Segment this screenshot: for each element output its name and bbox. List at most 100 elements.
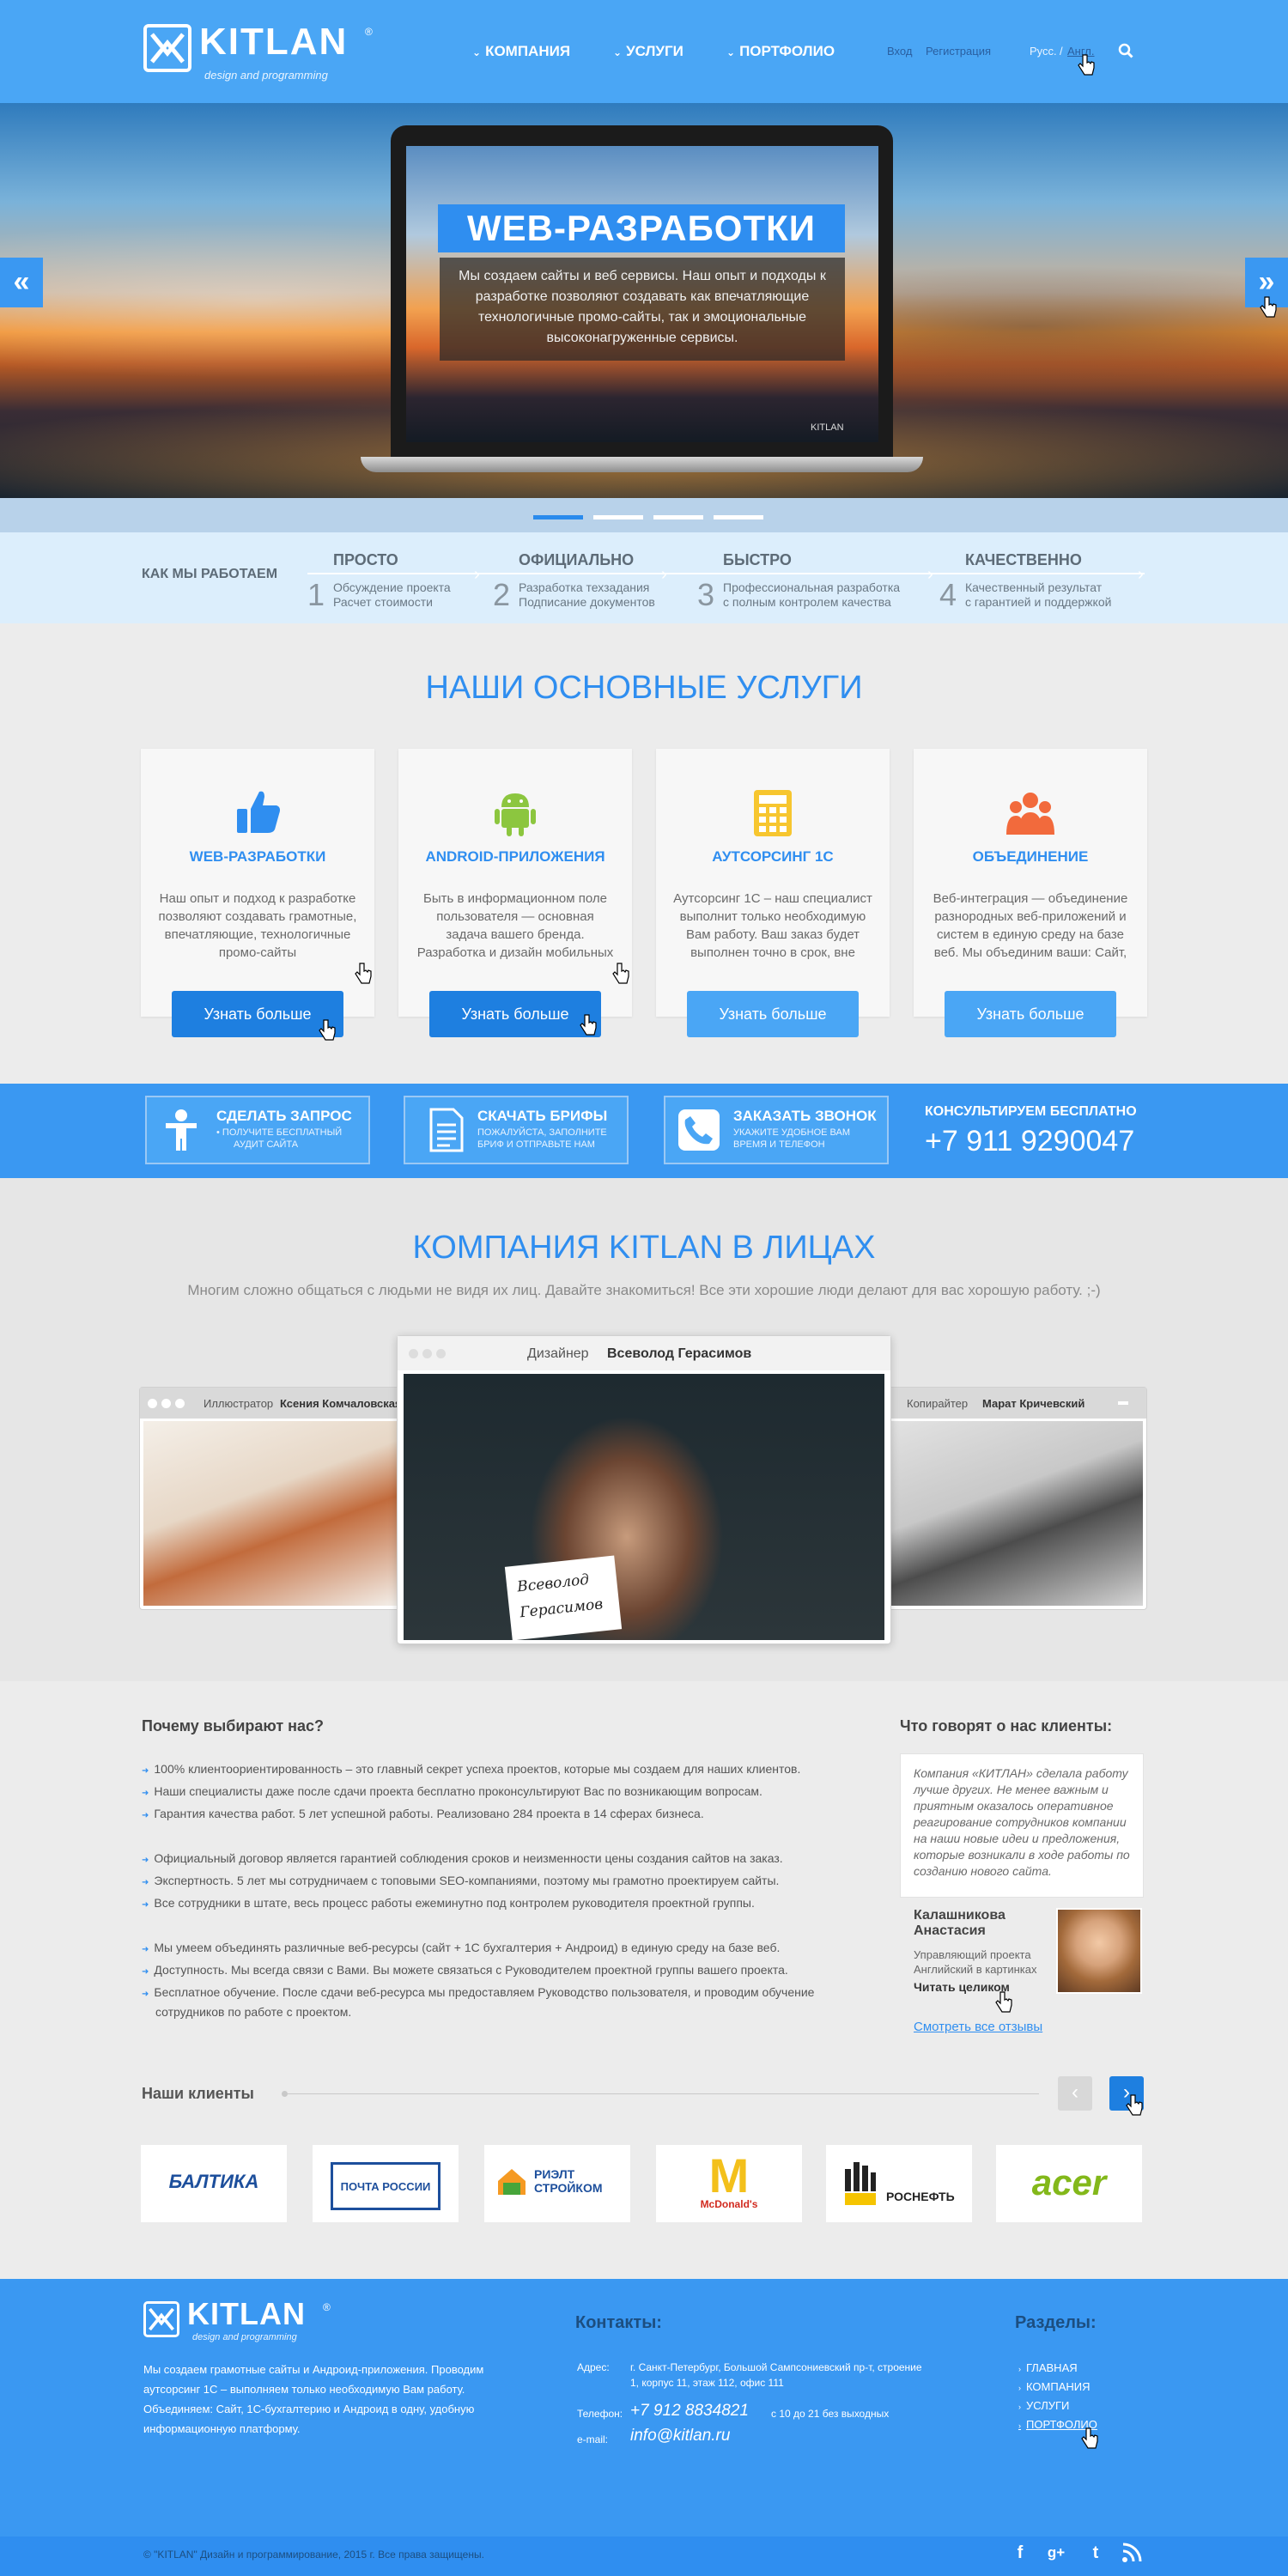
- window-dot: [161, 1399, 171, 1408]
- why-item: ➜ Все сотрудники в штате, весь процесс ра…: [142, 1894, 872, 1914]
- footer-link-services[interactable]: › УСЛУГИ: [1018, 2399, 1069, 2412]
- hand-cursor-icon: [355, 963, 372, 984]
- client-logo-rosneft[interactable]: РОСНЕФТЬ: [826, 2145, 972, 2222]
- logo-text[interactable]: KITLAN: [199, 21, 348, 64]
- nav-services-label: УСЛУГИ: [626, 43, 683, 59]
- footer-logo-text[interactable]: KITLAN: [187, 2296, 306, 2332]
- step-arrow-icon: ›: [474, 565, 480, 584]
- why-item: ➜ Гарантия качества работ. 5 лет успешной…: [142, 1805, 872, 1825]
- slider-dot-2[interactable]: [593, 515, 643, 519]
- client-logo-acer[interactable]: acer: [996, 2145, 1142, 2222]
- login-link[interactable]: Вход: [887, 45, 912, 58]
- twitter-icon[interactable]: t: [1084, 2542, 1107, 2564]
- service-1c-button[interactable]: Узнать больше: [687, 991, 859, 1037]
- client-logo-rosneft-text: РОСНЕФТЬ: [886, 2190, 955, 2203]
- step-1-line2: Расчет стоимости: [333, 595, 433, 609]
- service-1c-title: АУТСОРСИНГ 1С: [712, 848, 834, 865]
- lang-ru-link[interactable]: Русс.: [1030, 45, 1057, 58]
- footer-sections-title: Разделы:: [1015, 2313, 1097, 2332]
- cta-brief-line1: ПОЖАЛУЙСТА, ЗАПОЛНИТЕ: [477, 1127, 607, 1138]
- footer-email-label: e-mail:: [577, 2433, 609, 2445]
- steps-line: [307, 573, 1145, 574]
- arrow-bullet-icon: ➜: [142, 1789, 149, 1798]
- services-title: НАШИ ОСНОВНЫЕ УСЛУГИ: [425, 670, 863, 706]
- cta-request-line1: • ПОЛУЧИТЕ БЕСПЛАТНЫЙ: [216, 1127, 343, 1138]
- arrow-right-icon: ›: [1018, 2384, 1021, 2392]
- window-dot: [148, 1399, 157, 1408]
- footer-phone-label: Телефон:: [577, 2408, 623, 2420]
- search-icon[interactable]: [1118, 43, 1133, 58]
- rss-icon[interactable]: [1121, 2542, 1143, 2564]
- client-logo-rielt[interactable]: РИЭЛТ СТРОЙКОМ: [484, 2145, 630, 2222]
- step-1-number: 1: [307, 577, 325, 612]
- slider-prev-button[interactable]: «: [0, 258, 43, 307]
- google-plus-icon[interactable]: g+: [1045, 2542, 1067, 2564]
- nav-services[interactable]: ⌄ УСЛУГИ: [613, 43, 683, 60]
- hero-title: WEB-РАЗРАБОТКИ: [438, 204, 845, 252]
- slider-dot-3[interactable]: [653, 515, 703, 519]
- hand-cursor-icon: [612, 963, 629, 984]
- logo-mark-icon[interactable]: [143, 24, 191, 72]
- thumbs-up-icon: [237, 791, 280, 833]
- footer-link-company[interactable]: › КОМПАНИЯ: [1018, 2380, 1091, 2393]
- client-logo-baltika[interactable]: БАЛТИКА: [141, 2145, 287, 2222]
- step-4-text: Качественный результат с гарантией и подд…: [965, 580, 1111, 610]
- step-4-number: 4: [939, 577, 957, 612]
- footer-logo-mark-icon[interactable]: [143, 2301, 179, 2337]
- client-logo-pochta[interactable]: ПОЧТА РОССИИ: [313, 2145, 459, 2222]
- divider-dot: [282, 2091, 288, 2097]
- minimize-icon: [1118, 1401, 1128, 1405]
- cta-brief-text: ПОЖАЛУЙСТА, ЗАПОЛНИТЕ БРИФ И ОТПРАВЬТЕ НА…: [477, 1127, 607, 1151]
- nav-company[interactable]: ⌄ КОМПАНИЯ: [472, 43, 570, 60]
- reviews-all-link[interactable]: Смотреть все отзывы: [914, 2020, 1042, 2034]
- nav-portfolio[interactable]: ⌄ ПОРТФОЛИО: [726, 43, 835, 60]
- cta-brief-line2: БРИФ И ОТПРАВЬТЕ НАМ: [477, 1139, 595, 1150]
- step-1-text: Обсуждение проекта Расчет стоимости: [333, 580, 451, 610]
- slider-dot-4[interactable]: [714, 515, 763, 519]
- chevron-down-icon: ⌄: [613, 46, 623, 58]
- hand-cursor-icon: [319, 1019, 336, 1041]
- chevron-down-icon: ⌄: [726, 46, 736, 58]
- footer-hours: с 10 до 21 без выходных: [771, 2408, 890, 2420]
- footer-email[interactable]: info@kitlan.ru: [630, 2427, 730, 2445]
- client-logo-pochta-text: ПОЧТА РОССИИ: [331, 2162, 440, 2210]
- clients-prev-button[interactable]: ‹: [1058, 2076, 1092, 2111]
- facebook-icon[interactable]: f: [1009, 2542, 1031, 2564]
- step-4-line1: Качественный результат: [965, 580, 1103, 594]
- footer-phone[interactable]: +7 912 8834821: [630, 2402, 749, 2421]
- chevron-down-icon: ⌄: [472, 46, 482, 58]
- step-arrow-icon: ›: [661, 565, 667, 584]
- consult-phone[interactable]: +7 911 9290047: [925, 1125, 1134, 1158]
- service-web-text: Наш опыт и подход к разработке позволяют…: [158, 891, 357, 960]
- team-member-name: Всеволод Герасимов: [607, 1346, 752, 1361]
- window-dot: [409, 1349, 418, 1358]
- why-item-text: Мы умеем объединять различные веб-ресурс…: [154, 1941, 781, 1954]
- cta-callback-line1: УКАЖИТЕ УДОБНОЕ ВАМ: [733, 1127, 850, 1138]
- arrow-bullet-icon: ➜: [142, 1900, 149, 1910]
- android-icon: [495, 793, 536, 836]
- step-2-number: 2: [493, 577, 511, 612]
- window-dot: [436, 1349, 446, 1358]
- why-title: Почему выбирают нас?: [142, 1717, 325, 1735]
- service-android-button[interactable]: Узнать больше: [429, 991, 601, 1037]
- cta-callback-line2: ВРЕМЯ И ТЕЛЕФОН: [733, 1139, 825, 1150]
- service-integration-button[interactable]: Узнать больше: [945, 991, 1116, 1037]
- phone-icon: [678, 1109, 720, 1151]
- footer-link-home[interactable]: › ГЛАВНАЯ: [1018, 2361, 1078, 2374]
- team-title: КОМПАНИЯ KITLAN В ЛИЦАХ: [412, 1230, 876, 1266]
- team-member-name: Ксения Комчаловская: [280, 1397, 402, 1410]
- arrow-bullet-icon: ➜: [142, 1990, 149, 1999]
- review-author-role: Управляющий проекта Английский в картинк…: [914, 1948, 1037, 1976]
- service-android-title: ANDROID-ПРИЛОЖЕНИЯ: [425, 848, 605, 865]
- footer-address: г. Санкт-Петербург, Большой Сампсониевск…: [630, 2361, 922, 2389]
- footer-link-company-label: КОМПАНИЯ: [1026, 2380, 1091, 2393]
- register-link[interactable]: Регистрация: [926, 45, 991, 58]
- laptop-base: [361, 457, 923, 472]
- step-arrow-icon: ›: [927, 565, 933, 584]
- slider-dot-1[interactable]: [533, 515, 583, 519]
- step-2-title: ОФИЦИАЛЬНО: [519, 551, 635, 568]
- why-item-text: Наши специалисты даже после сдачи проект…: [154, 1784, 762, 1798]
- arrow-bullet-icon: ➜: [142, 1856, 149, 1865]
- client-logo-mcdonalds[interactable]: M McDonald's: [656, 2145, 802, 2222]
- service-android-text: Быть в информационном поле пользователя …: [416, 891, 614, 960]
